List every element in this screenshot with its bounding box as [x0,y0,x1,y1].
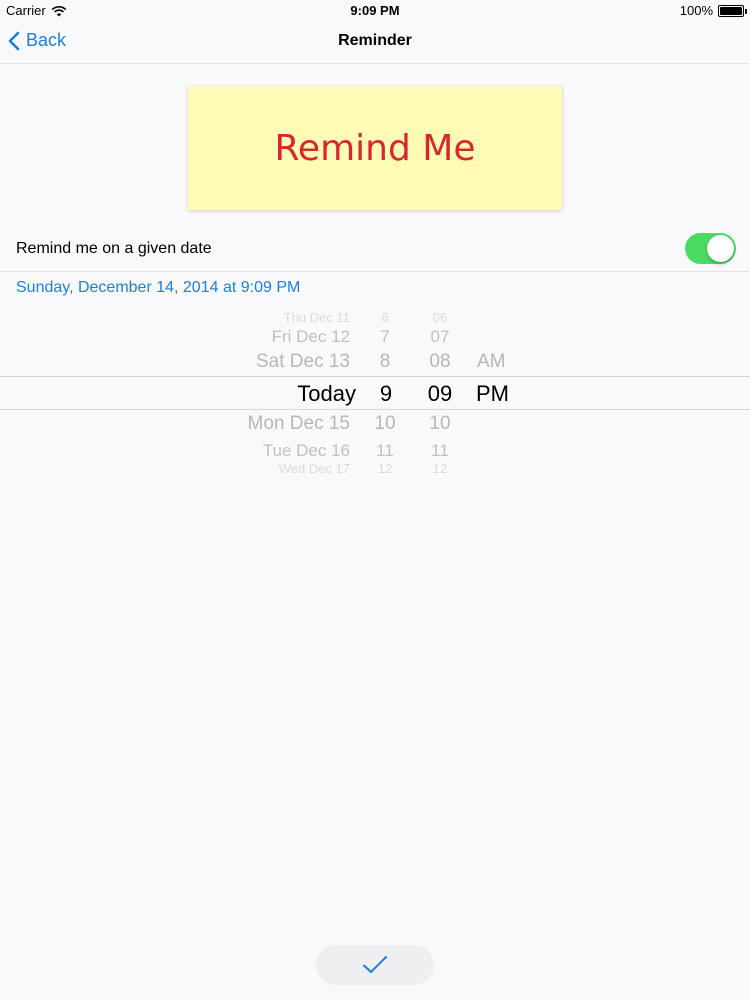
page-title: Reminder [338,32,412,49]
picker-minute-item[interactable]: 10 [415,413,465,435]
picker-date-item[interactable]: Fri Dec 12 [272,327,350,347]
status-bar: Carrier 9:09 PM 100% [0,0,750,20]
picker-minute-item[interactable]: 07 [415,327,465,347]
picker-minute-item[interactable]: 11 [415,441,465,461]
picker-hour-item[interactable]: 10 [360,413,410,435]
status-right: 100% [679,3,747,18]
picker-minute-item-selected[interactable]: 09 [415,381,465,407]
sticky-note[interactable]: Remind Me [188,86,562,210]
remind-date-label: Remind me on a given date [16,240,212,257]
picker-minute-item[interactable]: 06 [415,310,465,325]
toggle-knob [707,235,734,262]
picker-date-item[interactable]: Sat Dec 13 [256,351,350,373]
remind-date-toggle[interactable] [685,233,736,264]
remind-date-row: Remind me on a given date [0,228,750,272]
picker-hour-item[interactable]: 8 [360,351,410,373]
date-time-picker[interactable]: Thu Dec 11 Fri Dec 12 Sat Dec 13 Today M… [0,306,750,478]
battery-icon [718,4,747,17]
navigation-bar: Back Reminder [0,20,750,64]
picker-minute-column[interactable]: 06 07 08 09 10 11 12 [415,306,465,478]
picker-date-item[interactable]: Wed Dec 17 [279,461,350,476]
picker-date-item[interactable]: Thu Dec 11 [284,310,350,325]
picker-hour-item[interactable]: 11 [360,441,410,461]
battery-percent: 100% [679,3,713,18]
done-button[interactable] [316,945,434,985]
picker-minute-item[interactable]: 08 [415,351,465,373]
picker-hour-column[interactable]: 6 7 8 9 10 11 12 [360,306,410,478]
status-time: 9:09 PM [350,3,400,18]
checkmark-icon [363,956,387,973]
picker-date-item[interactable]: Tue Dec 16 [263,441,350,461]
picker-hour-item[interactable]: 7 [360,327,410,347]
picker-hour-item[interactable]: 12 [360,461,410,476]
picker-date-item[interactable]: Mon Dec 15 [248,413,350,435]
picker-ampm-column[interactable]: AM PM [474,306,534,478]
picker-hour-item-selected[interactable]: 9 [362,381,410,407]
note-text: Remind Me [275,128,476,169]
sticky-note-text: Remind Me [275,128,476,169]
picker-pm-item-selected[interactable]: PM [476,381,509,407]
picker-hour-item[interactable]: 6 [360,310,410,325]
picker-date-column[interactable]: Thu Dec 11 Fri Dec 12 Sat Dec 13 Today M… [200,306,356,478]
picker-date-item-selected[interactable]: Today [297,381,356,407]
selected-date-label[interactable]: Sunday, December 14, 2014 at 9:09 PM [16,279,300,297]
picker-minute-item[interactable]: 12 [415,461,465,476]
picker-am-item[interactable]: AM [477,351,506,373]
